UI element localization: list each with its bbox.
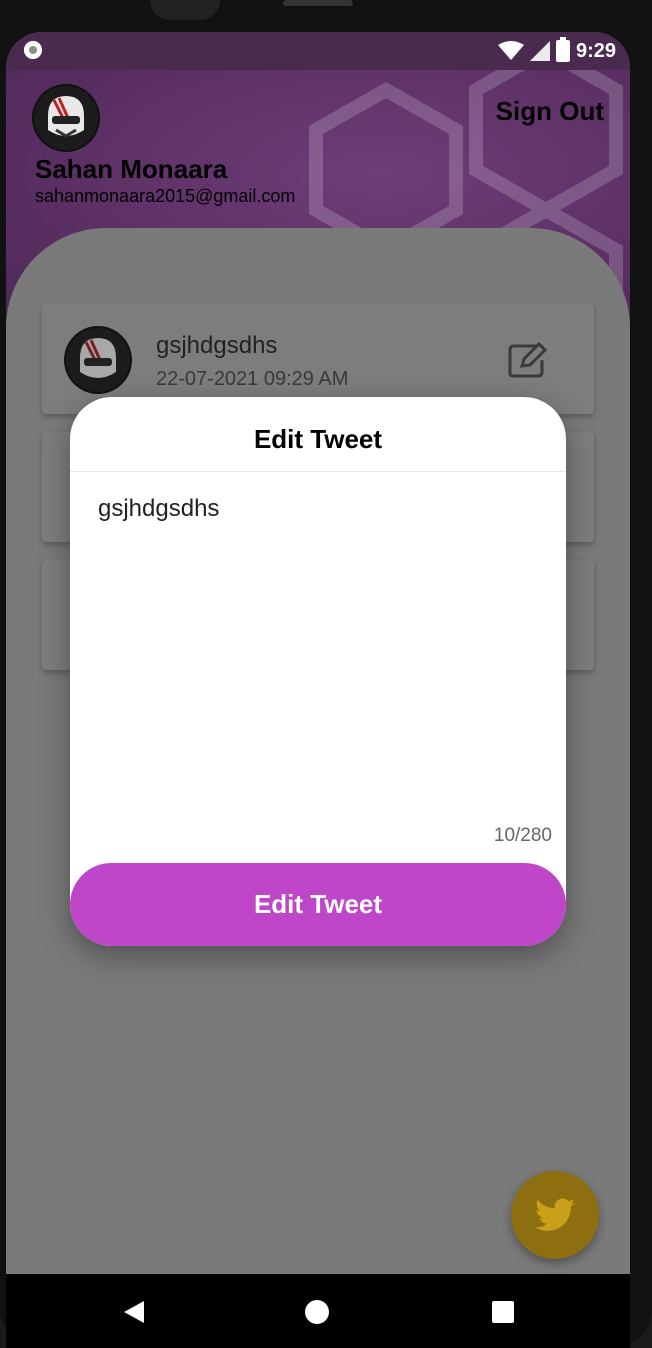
tweet-text-block: gsjhdgsdhs 22-07-2021 09:29 AM (156, 332, 348, 391)
dialog-title: Edit Tweet (70, 397, 566, 472)
character-counter: 10/280 (493, 825, 552, 846)
stormtrooper-avatar-image (66, 328, 130, 392)
tweet-text: gsjhdgsdhs (156, 332, 278, 359)
edit-icon[interactable] (508, 342, 548, 378)
battery-icon (555, 37, 570, 62)
profile-email: sahanmonaara2015@gmail.com (35, 186, 296, 206)
phone-frame: 9:29 Sahan Monaara sahanmonaara2015@gmai… (0, 0, 652, 1348)
status-bar: 9:29 (6, 32, 630, 70)
tweet-timestamp: 22-07-2021 09:29 AM (156, 368, 349, 390)
recents-icon[interactable] (492, 1301, 514, 1323)
profile-avatar[interactable] (34, 86, 98, 150)
stormtrooper-avatar-image (34, 86, 98, 150)
signal-icon (529, 41, 550, 61)
edit-tweet-button[interactable]: Edit Tweet (70, 863, 566, 946)
twitter-bird-icon (535, 1198, 575, 1231)
notification-dot-icon (24, 41, 42, 59)
home-icon[interactable] (305, 1300, 329, 1324)
status-icons: 9:29 (497, 37, 616, 64)
back-icon[interactable] (122, 1300, 146, 1324)
android-nav-bar (6, 1274, 630, 1348)
wifi-icon (497, 41, 524, 60)
edit-tweet-dialog: Edit Tweet gsjhdgsdhs 10/280 Edit Tweet (70, 397, 566, 946)
tweet-text-input[interactable]: gsjhdgsdhs (96, 493, 540, 827)
new-tweet-fab[interactable] (511, 1171, 599, 1259)
camera (150, 0, 220, 20)
sign-out-button[interactable]: Sign Out (496, 96, 604, 127)
screen: 9:29 Sahan Monaara sahanmonaara2015@gmai… (6, 32, 630, 1274)
speaker (283, 0, 353, 6)
profile-name: Sahan Monaara (35, 154, 228, 184)
tweet-avatar (66, 328, 130, 392)
status-time: 9:29 (575, 39, 616, 62)
